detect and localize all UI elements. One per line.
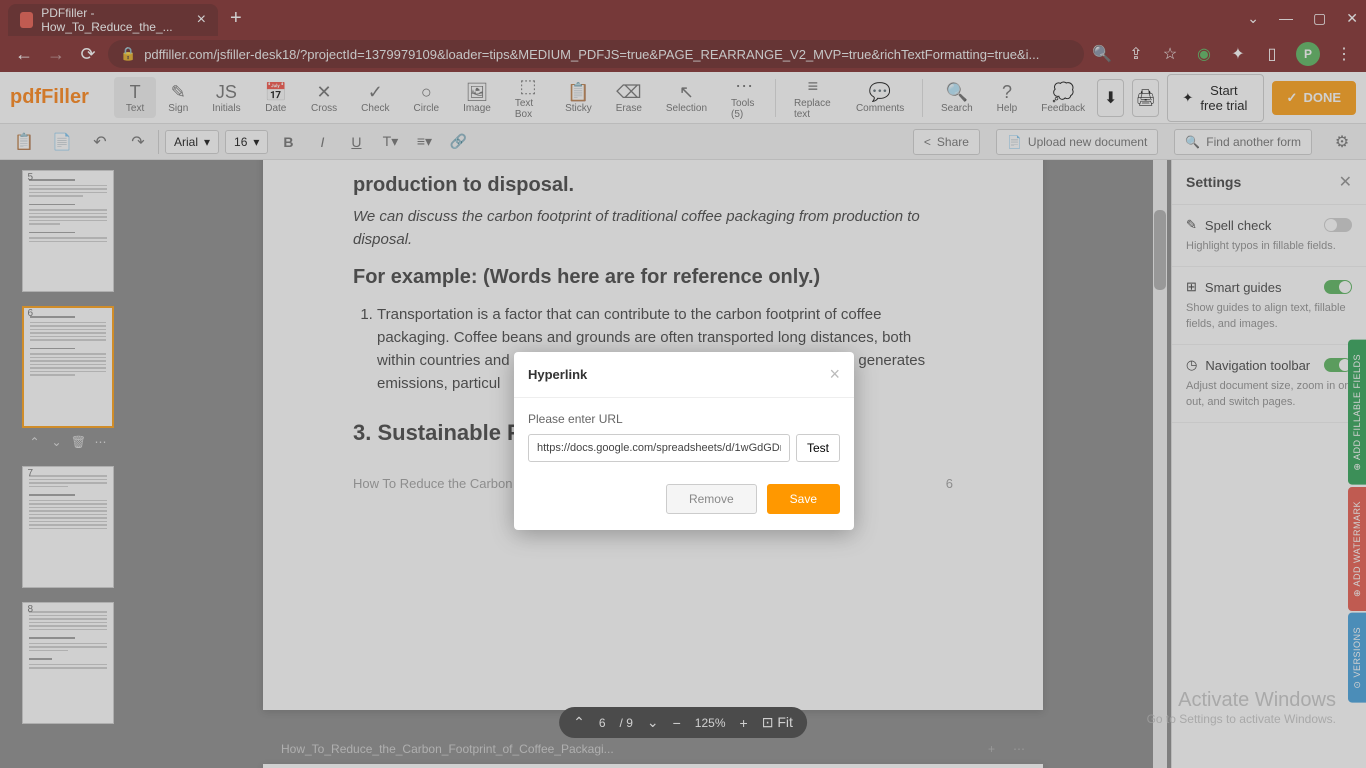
- modal-url-label: Please enter URL: [528, 412, 840, 426]
- modal-title: Hyperlink: [528, 367, 587, 382]
- save-button[interactable]: Save: [767, 484, 840, 514]
- remove-button[interactable]: Remove: [666, 484, 757, 514]
- modal-close-icon[interactable]: ×: [829, 364, 840, 385]
- test-button[interactable]: Test: [796, 434, 840, 462]
- hyperlink-modal: Hyperlink × Please enter URL Test Remove…: [514, 352, 854, 530]
- url-input[interactable]: [528, 434, 790, 462]
